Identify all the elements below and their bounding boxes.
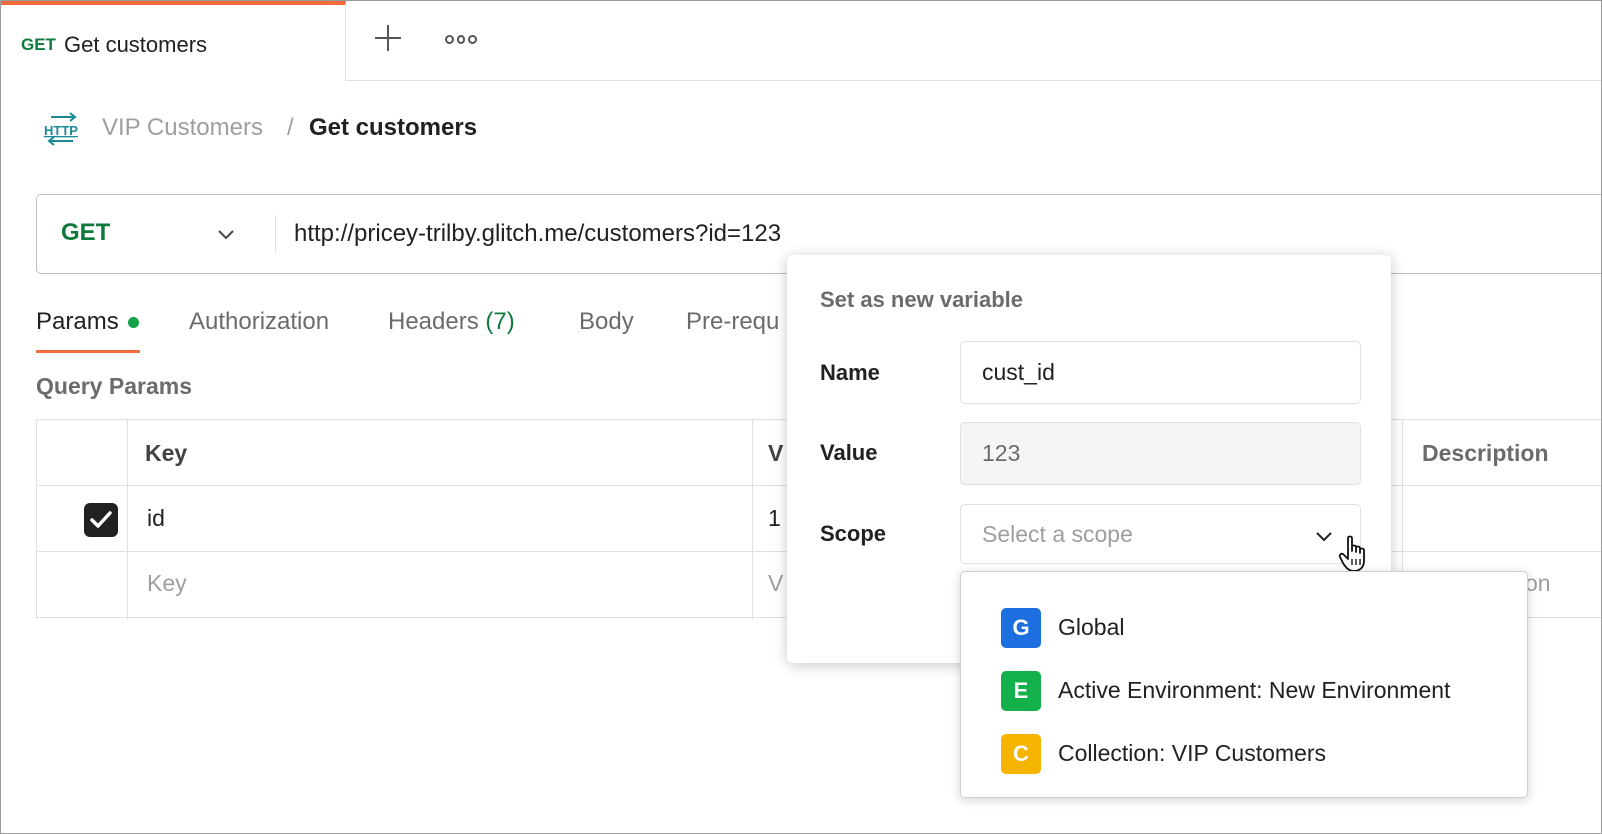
http-request-icon: HTTP (44, 112, 78, 146)
scope-option-global[interactable]: G Global (1001, 608, 1521, 648)
scope-label: Scope (820, 521, 887, 546)
tab-title: Get customers (64, 32, 208, 57)
value-label: Value (820, 440, 878, 465)
app-window: GET Get customers HTTP VIP Customers / G… (0, 0, 1602, 834)
param-value-cell[interactable]: 1 (768, 505, 781, 532)
tab-pre-request-script[interactable]: Pre-requ (686, 308, 779, 336)
chevron-down-icon[interactable] (215, 223, 237, 245)
global-badge-icon: G (1001, 608, 1041, 648)
breadcrumb-collection-link[interactable]: VIP Customers (102, 114, 263, 142)
popover-title: Set as new variable (820, 287, 1023, 312)
scope-option-environment[interactable]: E Active Environment: New Environment (1001, 671, 1521, 711)
page-title[interactable]: Get customers (309, 114, 477, 142)
breadcrumb-separator: / (287, 114, 294, 141)
check-icon (90, 511, 112, 528)
column-divider (752, 420, 753, 620)
tab-bar-empty-area (346, 1, 1601, 81)
method-select[interactable]: GET (61, 219, 110, 247)
new-param-description-input[interactable]: on (1525, 570, 1551, 597)
tab-headers-count: (7) (485, 308, 515, 335)
param-key-cell[interactable]: id (147, 505, 165, 532)
scope-dropdown-menu: G Global E Active Environment: New Envir… (960, 571, 1528, 798)
tab-body[interactable]: Body (579, 308, 634, 336)
chevron-down-icon[interactable] (1313, 525, 1335, 547)
params-active-dot (128, 317, 139, 328)
more-options-icon[interactable] (445, 35, 478, 47)
scope-select[interactable]: Select a scope (960, 504, 1361, 564)
tab-params[interactable]: Params (36, 308, 119, 336)
scope-option-label: Global (1058, 614, 1125, 640)
tab-authorization[interactable]: Authorization (189, 308, 329, 336)
query-params-title: Query Params (36, 373, 192, 399)
environment-badge-icon: E (1001, 671, 1041, 711)
column-divider (127, 420, 128, 620)
url-input[interactable]: http://pricey-trilby.glitch.me/customers… (294, 220, 781, 248)
column-header-value: V (768, 440, 784, 466)
scope-option-collection[interactable]: C Collection: VIP Customers (1001, 734, 1521, 774)
url-divider (275, 215, 276, 253)
name-label: Name (820, 360, 880, 385)
tab-headers[interactable]: Headers (7) (388, 308, 515, 336)
new-tab-plus-icon[interactable] (373, 23, 403, 53)
tab-method-badge: GET (21, 35, 56, 54)
collection-badge-icon: C (1001, 734, 1041, 774)
new-param-key-input[interactable]: Key (147, 570, 187, 597)
param-enabled-checkbox[interactable] (84, 503, 118, 537)
variable-name-input[interactable]: cust_id (960, 341, 1361, 404)
new-param-value-input[interactable]: V (768, 570, 783, 597)
column-header-description: Description (1422, 440, 1549, 466)
tab-get-customers[interactable]: GET Get customers (1, 1, 346, 81)
svg-text:HTTP: HTTP (44, 123, 78, 138)
hand-pointer-cursor-icon (1338, 535, 1365, 572)
tab-bar: GET Get customers (1, 1, 1601, 81)
scope-option-label: Collection: VIP Customers (1058, 740, 1327, 766)
scope-option-label: Active Environment: New Environment (1058, 677, 1451, 703)
column-header-key: Key (145, 440, 188, 466)
tab-headers-label: Headers (388, 308, 479, 335)
variable-value-field: 123 (960, 422, 1361, 485)
tab-params-underline (36, 350, 140, 353)
